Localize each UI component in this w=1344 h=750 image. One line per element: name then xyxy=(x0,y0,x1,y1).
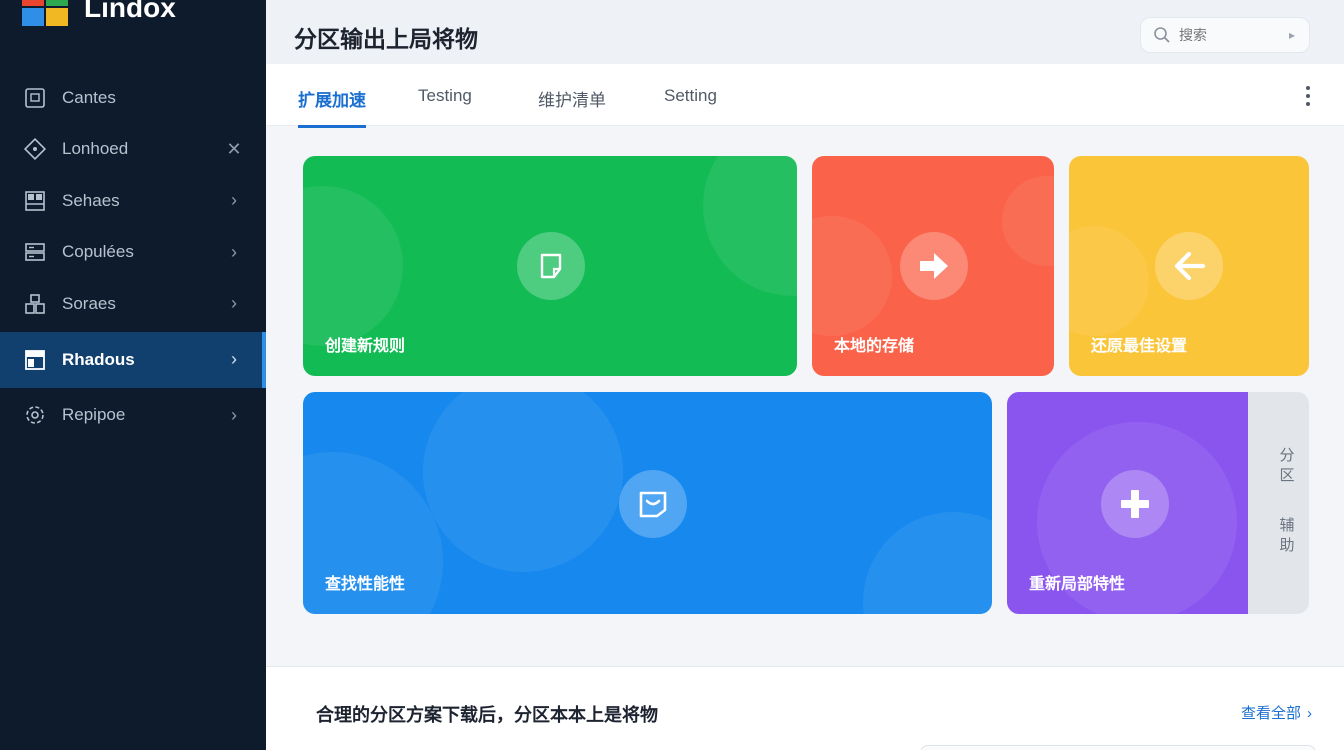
sidebar-item-soraes[interactable]: Soraes › xyxy=(0,278,266,330)
view-all-link[interactable]: 查看全部 › xyxy=(1241,702,1312,723)
bottom-section: 合理的分区方案下载后，分区本本上是将物 查看全部 › xyxy=(266,666,1344,750)
view-all-label: 查看全部 xyxy=(1240,705,1301,722)
note-icon xyxy=(517,232,585,300)
diamond-icon xyxy=(22,136,48,162)
sidebar-item-lonhoed[interactable]: Lonhoed ✕ xyxy=(0,124,266,176)
tile-create-rule[interactable]: 创建新规则 xyxy=(303,156,797,376)
section-title: 合理的分区方案下载后，分区本本上是将物 xyxy=(316,705,658,725)
brand[interactable]: Lindox xyxy=(22,0,176,28)
sidebar-item-copulees[interactable]: Copulées › xyxy=(0,227,266,279)
sidebar-item-cantes[interactable]: Cantes xyxy=(0,72,266,124)
sidebar-item-label: Cantes xyxy=(62,87,116,107)
sidebar-item-label: Lonhoed xyxy=(62,139,129,159)
square-icon xyxy=(22,85,48,111)
search-box[interactable]: ▸ xyxy=(1140,17,1310,53)
sidebar: Lindox Cantes Lonhoed ✕ Sehaes › Copulée… xyxy=(0,0,266,750)
apps-icon xyxy=(22,291,48,317)
sidebar-item-label: Sehaes xyxy=(62,190,120,210)
tile-local-storage[interactable]: 本地的存储 xyxy=(812,156,1054,376)
more-options-icon[interactable] xyxy=(1298,82,1318,110)
plus-icon xyxy=(1101,470,1169,538)
tile-label: 本地的存储 xyxy=(834,338,915,355)
side-panel-text-1: 分区 xyxy=(1279,447,1295,484)
sidebar-item-sehaes[interactable]: Sehaes › xyxy=(0,175,266,227)
sidebar-nav: Cantes Lonhoed ✕ Sehaes › Copulées › Sor… xyxy=(0,72,266,441)
chevron-right-icon: › xyxy=(231,404,237,425)
chevron-right-icon: › xyxy=(231,241,237,262)
search-input[interactable] xyxy=(1179,27,1289,43)
tab-maintenance[interactable]: 维护清单 xyxy=(538,86,606,125)
sidebar-item-label: Copulées xyxy=(62,242,134,262)
side-panel[interactable]: 分区 辅助 xyxy=(1248,392,1309,614)
close-icon[interactable]: ✕ xyxy=(224,139,244,160)
tile-label: 查找性能性 xyxy=(325,576,406,593)
send-icon[interactable]: ▸ xyxy=(1289,28,1295,42)
gear-icon xyxy=(22,402,48,428)
sidebar-item-label: Repipoe xyxy=(62,405,126,425)
tile-restore-settings[interactable]: 还原最佳设置 xyxy=(1069,156,1309,376)
arrow-right-icon xyxy=(900,232,968,300)
header: 分区输出上局将物 ▸ xyxy=(266,0,1344,64)
brand-logo-icon xyxy=(22,0,70,28)
page-title: 分区输出上局将物 xyxy=(294,26,478,52)
tab-bar: 扩展加速 Testing 维护清单 Setting xyxy=(266,64,1344,128)
search-icon xyxy=(1154,27,1170,43)
layout-icon xyxy=(22,347,48,373)
tab-testing[interactable]: Testing xyxy=(418,86,472,120)
grid-icon xyxy=(22,188,48,214)
frame-icon xyxy=(619,470,687,538)
sidebar-item-rhadous[interactable]: Rhadous › xyxy=(0,331,266,388)
tab-setting[interactable]: Setting xyxy=(664,86,717,120)
tile-label: 重新局部特性 xyxy=(1029,576,1126,593)
arrow-left-icon xyxy=(1155,232,1223,300)
server-icon xyxy=(22,239,48,265)
tile-label: 创建新规则 xyxy=(325,338,406,355)
brand-name: Lindox xyxy=(84,0,176,23)
chevron-right-icon: › xyxy=(231,349,237,369)
sidebar-item-label: Rhadous xyxy=(62,349,135,369)
bottom-input-field[interactable] xyxy=(920,745,1316,750)
chevron-right-icon: › xyxy=(231,293,237,314)
tile-find-performance[interactable]: 查找性能性 xyxy=(303,392,992,614)
tab-extend[interactable]: 扩展加速 xyxy=(298,86,366,128)
sidebar-item-repipoe[interactable]: Repipoe › xyxy=(0,390,266,442)
tile-label: 还原最佳设置 xyxy=(1091,338,1188,355)
side-panel-text-2: 辅助 xyxy=(1279,517,1295,554)
tile-reset-features[interactable]: 重新局部特性 xyxy=(1007,392,1264,614)
chevron-right-icon: › xyxy=(1307,705,1312,722)
chevron-right-icon: › xyxy=(231,190,237,211)
sidebar-item-label: Soraes xyxy=(62,293,116,313)
